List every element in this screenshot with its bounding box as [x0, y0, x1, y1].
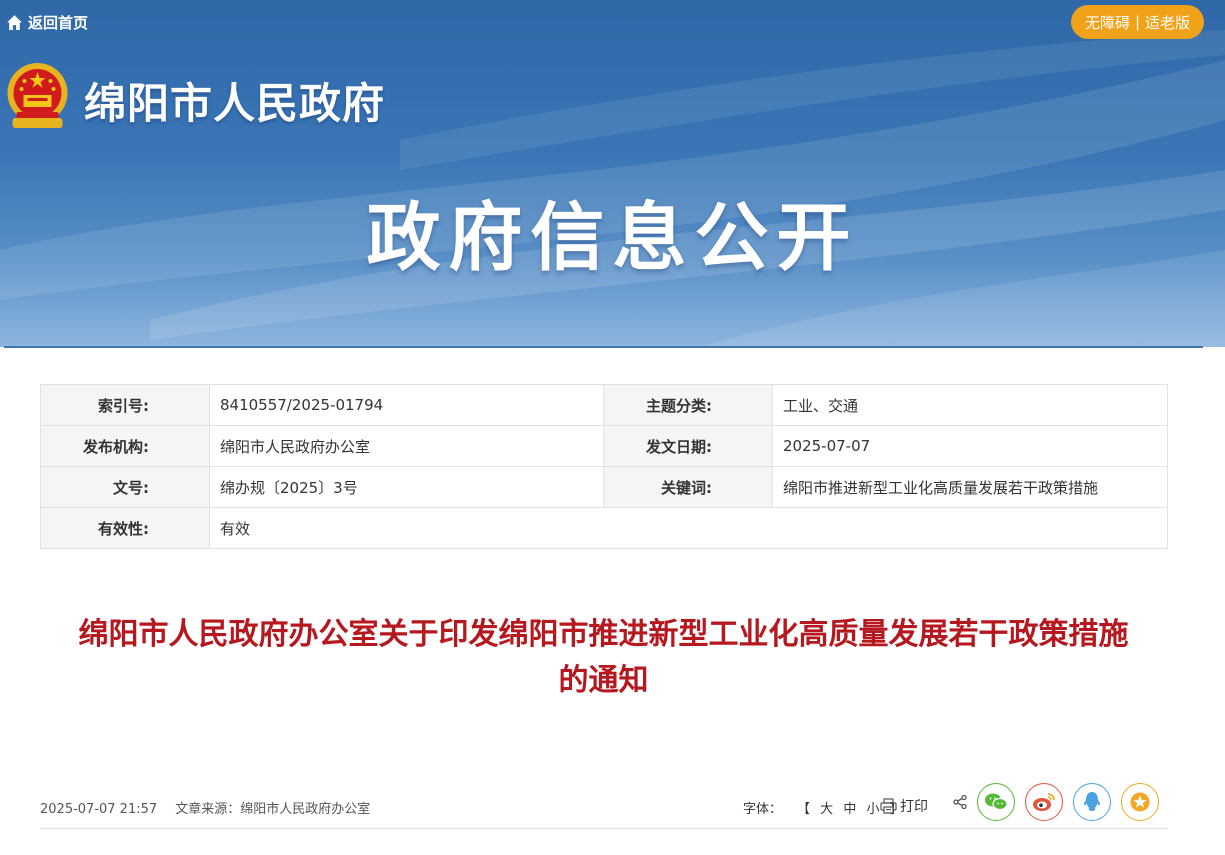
article-meta: 2025-07-07 21:57 文章来源：绵阳市人民政府办公室 — [40, 798, 370, 817]
separator: | — [1134, 13, 1141, 31]
font-medium-button[interactable]: 中 — [843, 802, 856, 817]
share-qq-button[interactable] — [1073, 783, 1111, 821]
table-row: 发布机构: 绵阳市人民政府办公室 发文日期: 2025-07-07 — [40, 425, 1168, 467]
issue-date-value: 2025-07-07 — [772, 425, 1168, 467]
metadata-table: 索引号: 8410557/2025-01794 主题分类: 工业、交通 发布机构… — [40, 384, 1168, 549]
font-small-button[interactable]: 小 — [866, 802, 879, 817]
printer-icon — [880, 798, 897, 814]
header-banner: 返回首页 无障碍 | 适老版 绵阳市人民政府 政府信息公开 — [0, 0, 1225, 347]
main-content: 索引号: 8410557/2025-01794 主题分类: 工业、交通 发布机构… — [4, 346, 1203, 855]
print-button[interactable]: 打印 — [880, 796, 928, 816]
qq-icon — [1084, 792, 1100, 811]
accessibility-button[interactable]: 无障碍 | 适老版 — [1071, 5, 1204, 39]
weibo-icon — [1033, 793, 1055, 811]
share-icon[interactable] — [952, 794, 968, 810]
table-row: 有效性: 有效 — [40, 507, 1168, 549]
article-info-bar: 2025-07-07 21:57 文章来源：绵阳市人民政府办公室 字体： 【 大… — [40, 783, 1168, 829]
table-row: 文号: 绵办规〔2025〕3号 关键词: 绵阳市推进新型工业化高质量发展若干政策… — [40, 466, 1168, 508]
index-label: 索引号: — [40, 384, 210, 426]
national-emblem-icon — [7, 63, 68, 128]
category-label: 主题分类: — [603, 384, 773, 426]
share-wechat-button[interactable] — [977, 783, 1015, 821]
document-title-line1: 绵阳市人民政府办公室关于印发绵阳市推进新型工业化高质量发展若干政策措施 — [78, 617, 1129, 652]
back-home-label: 返回首页 — [28, 13, 89, 32]
keywords-value: 绵阳市推进新型工业化高质量发展若干政策措施 — [772, 466, 1168, 508]
category-value: 工业、交通 — [772, 384, 1168, 426]
home-icon — [7, 14, 22, 30]
share-favorite-button[interactable] — [1121, 783, 1159, 821]
validity-value: 有效 — [209, 507, 1168, 549]
table-row: 索引号: 8410557/2025-01794 主题分类: 工业、交通 — [40, 384, 1168, 426]
section-title: 政府信息公开 — [366, 195, 859, 281]
font-bracket-open: 【 — [797, 802, 811, 817]
share-weibo-button[interactable] — [1025, 783, 1063, 821]
publish-datetime: 2025-07-07 21:57 — [40, 802, 158, 817]
validity-label: 有效性: — [40, 507, 210, 549]
publisher-value: 绵阳市人民政府办公室 — [209, 425, 604, 467]
index-value: 8410557/2025-01794 — [209, 384, 604, 426]
elder-mode-label[interactable]: 适老版 — [1145, 12, 1190, 33]
article-source: 文章来源：绵阳市人民政府办公室 — [175, 802, 371, 817]
banner-wave-decoration — [0, 30, 1225, 347]
accessibility-label[interactable]: 无障碍 — [1085, 12, 1130, 33]
font-size-label: 字体： — [743, 802, 783, 817]
back-home-link[interactable]: 返回首页 — [6, 11, 88, 33]
doc-number-label: 文号: — [40, 466, 210, 508]
document-title: 绵阳市人民政府办公室关于印发绵阳市推进新型工业化高质量发展若干政策措施 的通知 — [4, 612, 1203, 704]
keywords-label: 关键词: — [603, 466, 773, 508]
issue-date-label: 发文日期: — [603, 425, 773, 467]
font-large-button[interactable]: 大 — [820, 802, 833, 817]
document-title-line2: 的通知 — [558, 663, 649, 698]
favorite-icon — [1130, 792, 1150, 812]
doc-number-value: 绵办规〔2025〕3号 — [209, 466, 604, 508]
publisher-label: 发布机构: — [40, 425, 210, 467]
site-title: 绵阳市人民政府 — [84, 79, 386, 128]
print-label: 打印 — [900, 799, 928, 815]
wechat-icon — [985, 793, 1008, 811]
